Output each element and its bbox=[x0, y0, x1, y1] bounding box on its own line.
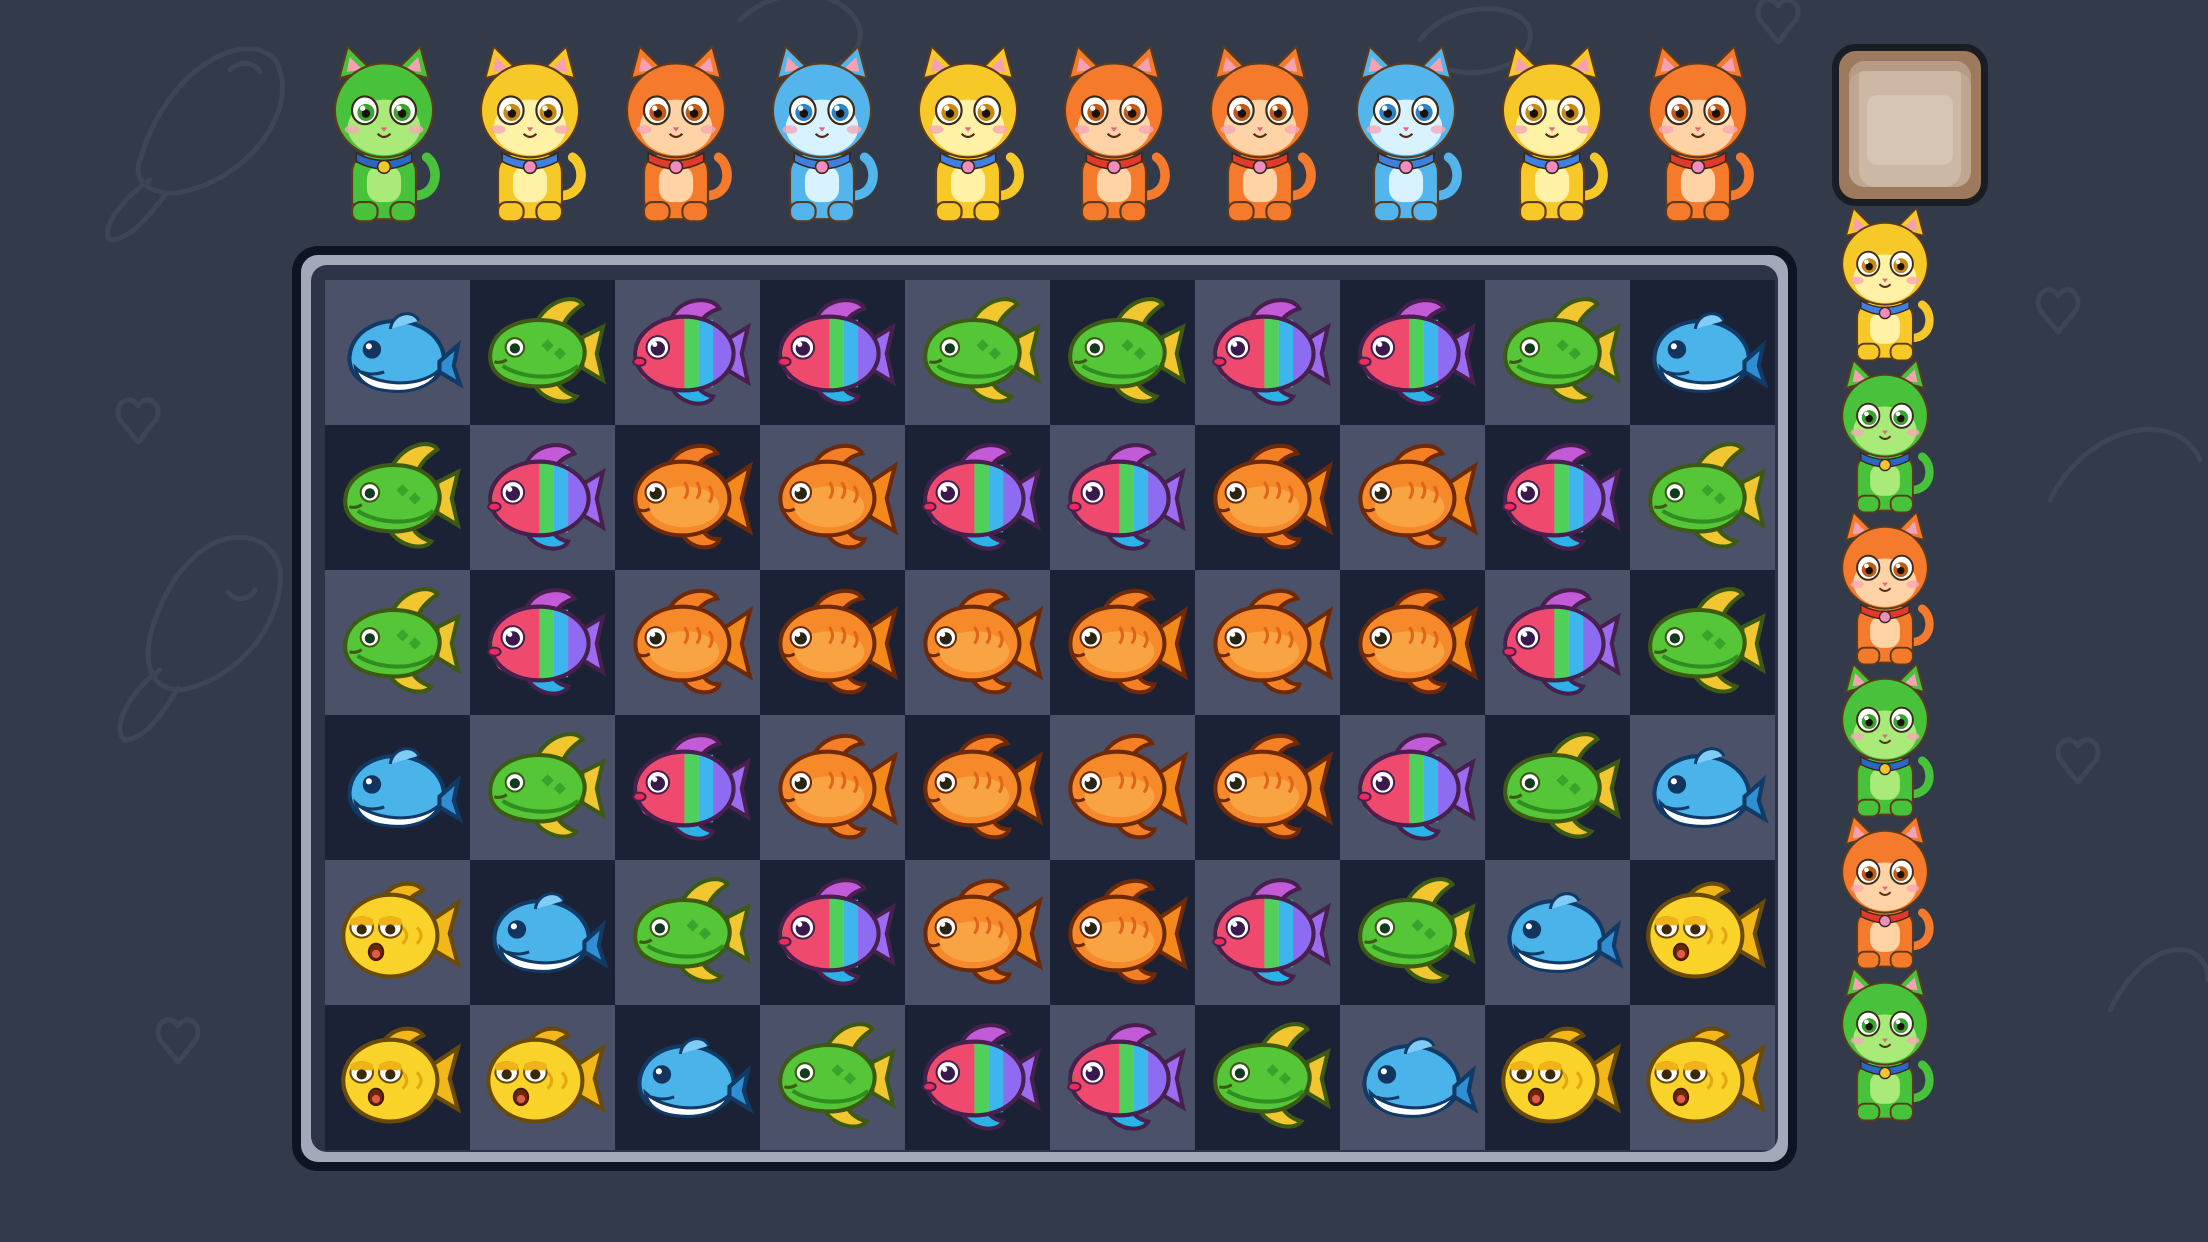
board-tile[interactable] bbox=[1630, 280, 1775, 425]
board-tile[interactable] bbox=[905, 280, 1050, 425]
queue-cat-orange-icon[interactable] bbox=[1196, 44, 1332, 236]
board-tile[interactable] bbox=[615, 425, 760, 570]
queue-cat-yellow-icon[interactable] bbox=[904, 44, 1040, 236]
board-tile[interactable] bbox=[1630, 1005, 1775, 1150]
board-tile[interactable] bbox=[1485, 860, 1630, 1005]
board-tile[interactable] bbox=[1340, 570, 1485, 715]
stack-cat-green-icon[interactable] bbox=[1820, 662, 1960, 824]
board-tile[interactable] bbox=[1050, 1005, 1195, 1150]
board-tile[interactable] bbox=[615, 280, 760, 425]
board-tile[interactable] bbox=[760, 570, 905, 715]
board-tile[interactable] bbox=[1195, 425, 1340, 570]
queue-cat-yellow-icon[interactable] bbox=[466, 44, 602, 236]
stack-cat-yellow-icon[interactable] bbox=[1820, 206, 1960, 368]
queue-cat-blue-icon[interactable] bbox=[1342, 44, 1478, 236]
board-tile[interactable] bbox=[1195, 715, 1340, 860]
board-tile[interactable] bbox=[760, 280, 905, 425]
stack-cat-green-icon[interactable] bbox=[1820, 966, 1960, 1128]
board-tile[interactable] bbox=[325, 280, 470, 425]
queue-cat-blue-icon[interactable] bbox=[758, 44, 894, 236]
basket-base bbox=[1867, 95, 1953, 165]
board-tile[interactable] bbox=[1485, 1005, 1630, 1150]
board-tile[interactable] bbox=[1485, 280, 1630, 425]
board-tile[interactable] bbox=[615, 715, 760, 860]
board-tile[interactable] bbox=[470, 570, 615, 715]
board-tile[interactable] bbox=[470, 1005, 615, 1150]
board-tile[interactable] bbox=[1050, 570, 1195, 715]
board-tile[interactable] bbox=[1340, 425, 1485, 570]
board-tile[interactable] bbox=[1485, 570, 1630, 715]
board-tile[interactable] bbox=[1195, 570, 1340, 715]
board-tile[interactable] bbox=[1630, 715, 1775, 860]
board-tile[interactable] bbox=[905, 425, 1050, 570]
board-tile[interactable] bbox=[1340, 715, 1485, 860]
board-tile[interactable] bbox=[1050, 860, 1195, 1005]
stack-cat-orange-icon[interactable] bbox=[1820, 510, 1960, 672]
board-tile[interactable] bbox=[1340, 280, 1485, 425]
board-tile[interactable] bbox=[1195, 860, 1340, 1005]
basket-interior bbox=[1849, 61, 1971, 187]
board-tile[interactable] bbox=[1485, 715, 1630, 860]
board-tile[interactable] bbox=[1485, 425, 1630, 570]
stack-cat-green-icon[interactable] bbox=[1820, 358, 1960, 520]
board-tile[interactable] bbox=[325, 570, 470, 715]
board-tile[interactable] bbox=[760, 860, 905, 1005]
board-tile[interactable] bbox=[1630, 860, 1775, 1005]
board-tile[interactable] bbox=[470, 860, 615, 1005]
board-tile[interactable] bbox=[1340, 1005, 1485, 1150]
board-tile[interactable] bbox=[905, 715, 1050, 860]
board-tile[interactable] bbox=[1340, 860, 1485, 1005]
fish-board bbox=[325, 280, 1776, 1150]
board-tile[interactable] bbox=[1195, 280, 1340, 425]
board-tile[interactable] bbox=[325, 425, 470, 570]
board-tile[interactable] bbox=[325, 860, 470, 1005]
queue-cat-orange-icon[interactable] bbox=[612, 44, 748, 236]
board-tile[interactable] bbox=[1050, 280, 1195, 425]
board-inner bbox=[311, 265, 1778, 1152]
board-tile[interactable] bbox=[615, 860, 760, 1005]
cat-queue bbox=[320, 44, 1765, 236]
empty-basket-slot[interactable] bbox=[1832, 44, 1988, 206]
board-tile[interactable] bbox=[1195, 1005, 1340, 1150]
stack-cat-orange-icon[interactable] bbox=[1820, 814, 1960, 976]
board-tile[interactable] bbox=[615, 570, 760, 715]
queue-cat-yellow-icon[interactable] bbox=[1488, 44, 1624, 236]
board-tile[interactable] bbox=[905, 570, 1050, 715]
board-tile[interactable] bbox=[1630, 570, 1775, 715]
board-tile[interactable] bbox=[470, 715, 615, 860]
board-tile[interactable] bbox=[470, 280, 615, 425]
board-tile[interactable] bbox=[760, 715, 905, 860]
board-tile[interactable] bbox=[905, 860, 1050, 1005]
board-tile[interactable] bbox=[470, 425, 615, 570]
queue-cat-orange-icon[interactable] bbox=[1634, 44, 1770, 236]
queue-cat-orange-icon[interactable] bbox=[1050, 44, 1186, 236]
board-tile[interactable] bbox=[1050, 425, 1195, 570]
board-tile[interactable] bbox=[1050, 715, 1195, 860]
cat-stack bbox=[1820, 206, 1960, 1148]
board-frame bbox=[292, 246, 1797, 1171]
board-tile[interactable] bbox=[325, 715, 470, 860]
board-tile[interactable] bbox=[325, 1005, 470, 1150]
board-tile[interactable] bbox=[760, 1005, 905, 1150]
board-tile[interactable] bbox=[1630, 425, 1775, 570]
board-tile[interactable] bbox=[760, 425, 905, 570]
board-tile[interactable] bbox=[905, 1005, 1050, 1150]
board-tile[interactable] bbox=[615, 1005, 760, 1150]
queue-cat-green-icon[interactable] bbox=[320, 44, 456, 236]
